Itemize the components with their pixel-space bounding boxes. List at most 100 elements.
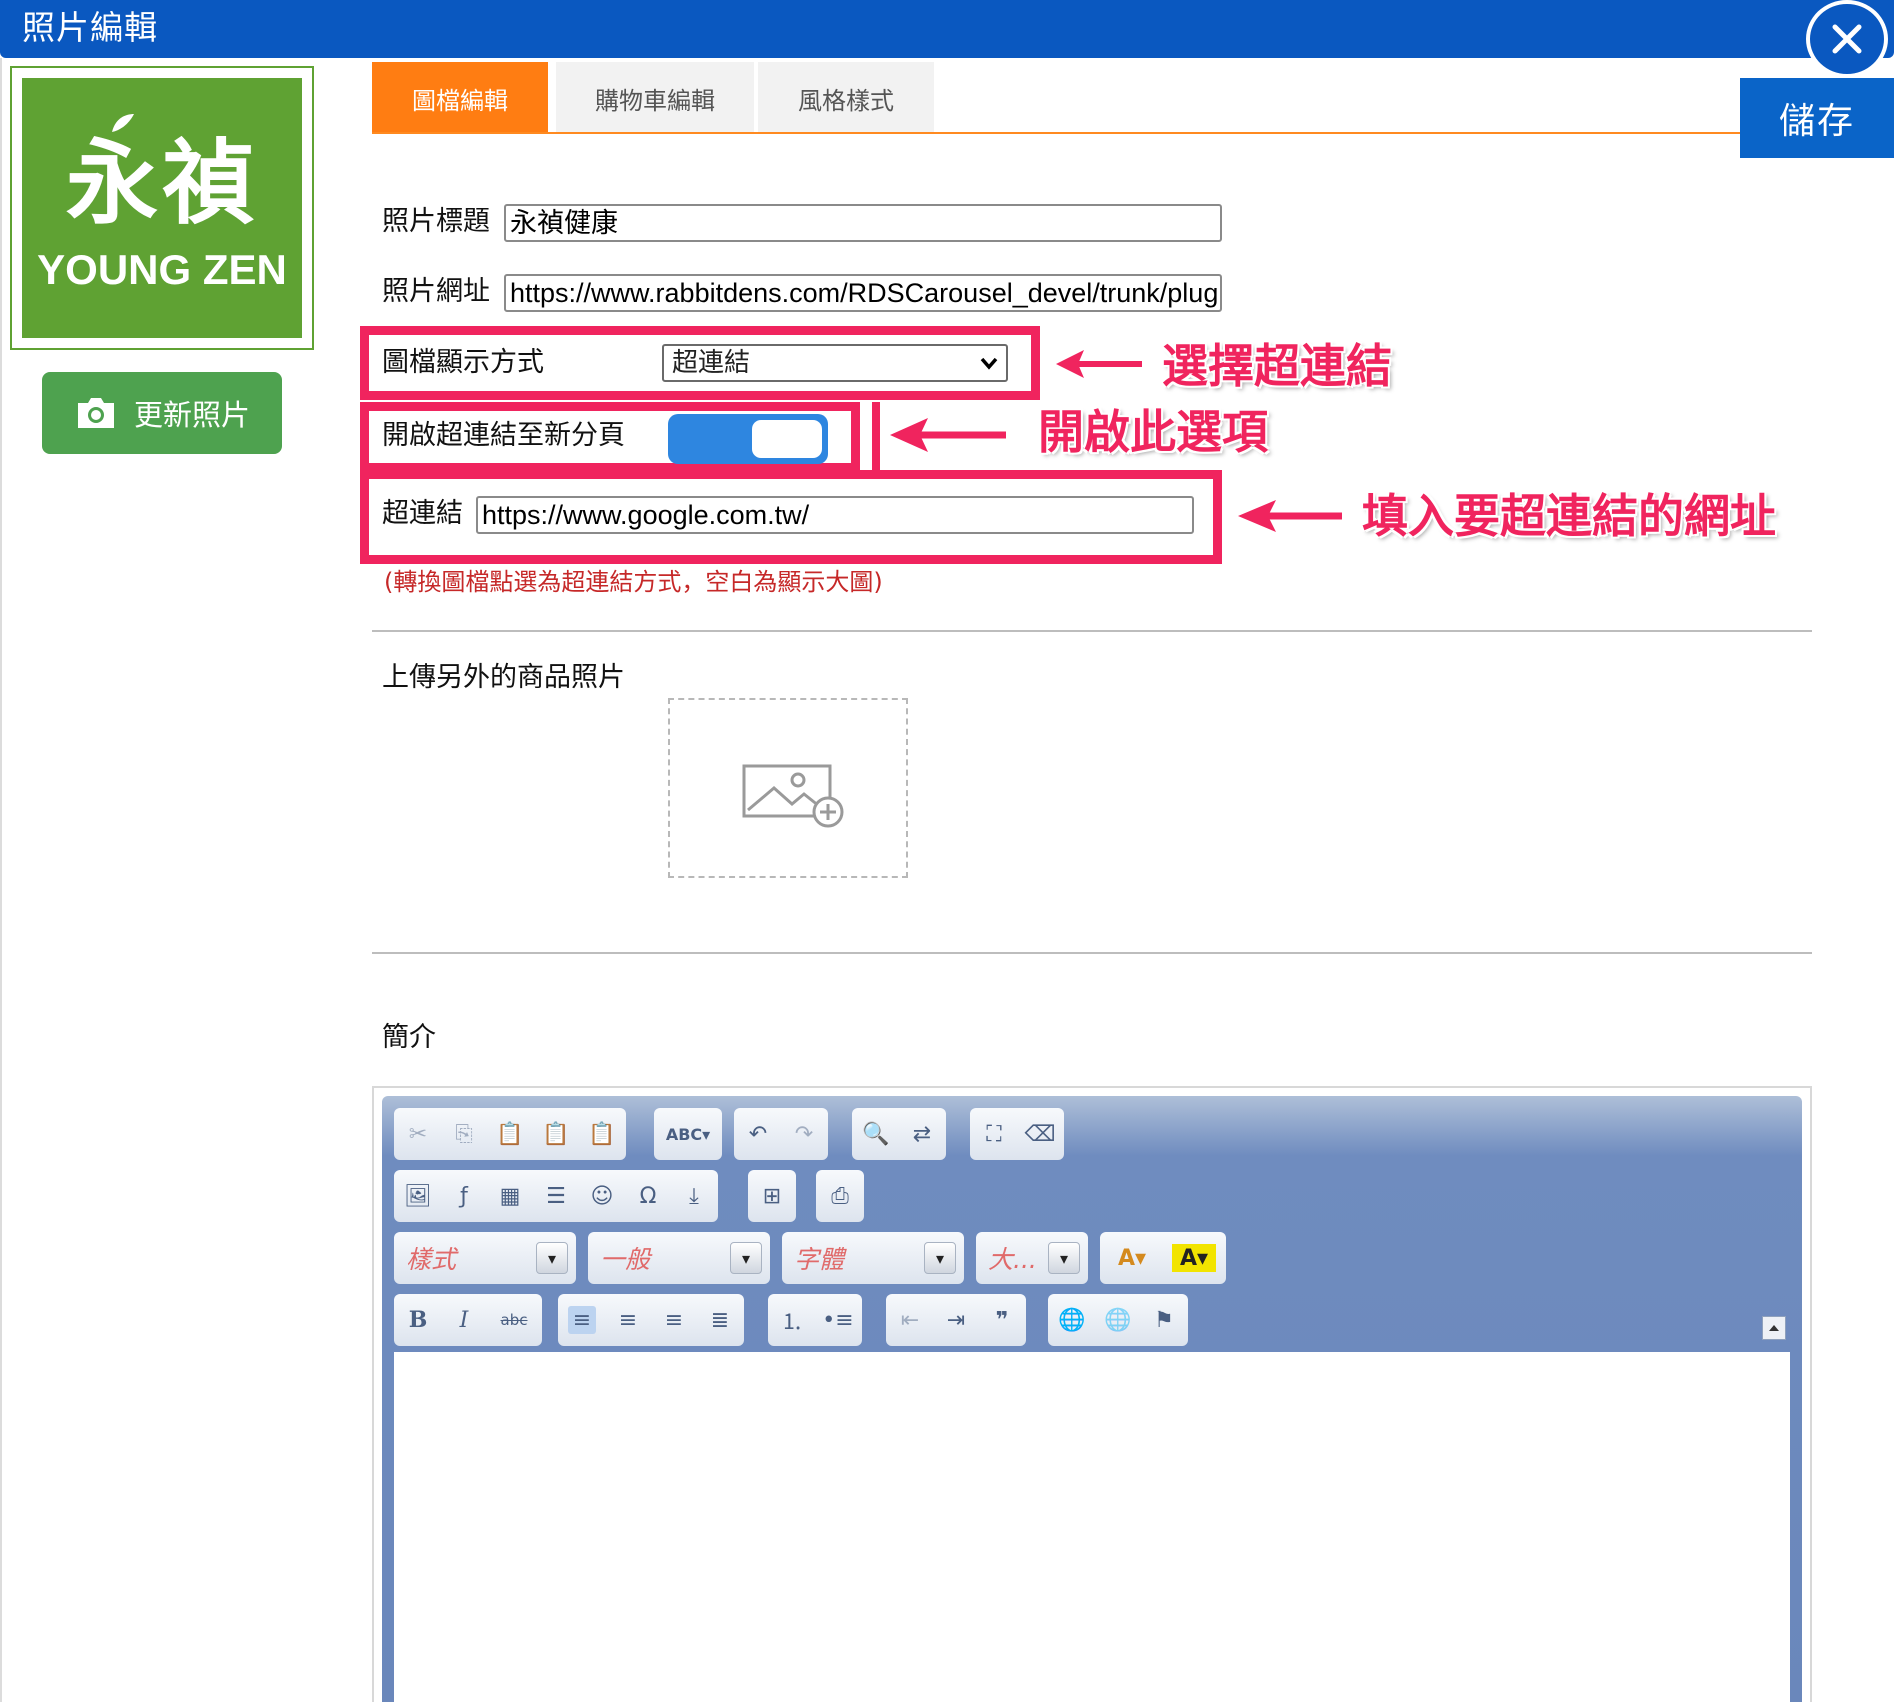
toolbar-group-lists: ⒈ •≡ <box>768 1294 862 1346</box>
intro-label: 簡介 <box>382 1022 436 1053</box>
close-icon <box>1832 24 1862 54</box>
tab-cart-edit[interactable]: 購物車編輯 <box>556 62 754 134</box>
save-button[interactable]: 儲存 <box>1740 78 1894 158</box>
redo-icon[interactable]: ↷ <box>790 1120 818 1148</box>
chevron-down-icon <box>980 357 998 370</box>
window-title: 照片編輯 <box>22 8 158 47</box>
toolbar-group-insert: 🖼 ƒ ▦ ☰ ☺ Ω ⤓ <box>394 1170 718 1222</box>
preview-icon[interactable]: ⎙ <box>826 1182 854 1210</box>
chevron-down-icon: ▾ <box>924 1242 956 1274</box>
paste-text-icon[interactable]: 📋 <box>542 1120 570 1148</box>
new-tab-toggle[interactable] <box>668 414 828 464</box>
display-mode-select[interactable]: 超連結 <box>662 344 1008 382</box>
toolbar-group-links: 🌐 🌐 ⚑ <box>1048 1294 1188 1346</box>
tab-style[interactable]: 風格樣式 <box>758 62 934 134</box>
photo-title-input[interactable]: 永禎健康 <box>504 204 1222 242</box>
numbered-list-icon[interactable]: ⒈ <box>778 1306 806 1335</box>
style-combo[interactable]: 樣式 ▾ <box>394 1232 576 1284</box>
bulleted-list-icon[interactable]: •≡ <box>822 1306 853 1334</box>
toolbar-group-basic-styles: B I abc <box>394 1294 542 1346</box>
collapse-toolbar-button[interactable] <box>1762 1316 1786 1340</box>
chevron-up-icon <box>1769 1325 1779 1331</box>
photo-title-label: 照片標題 <box>382 206 490 237</box>
link-icon[interactable]: 🌐 <box>1058 1306 1086 1334</box>
logo-english-text: YOUNG ZEN <box>37 246 287 293</box>
paste-icon[interactable]: 📋 <box>496 1120 524 1148</box>
product-photo: 永禎 YOUNG ZEN <box>10 66 314 350</box>
photo-url-label: 照片網址 <box>382 276 490 307</box>
indent-icon[interactable]: ⇥ <box>942 1306 970 1334</box>
horizontal-rule-icon[interactable]: ☰ <box>542 1182 570 1210</box>
format-combo[interactable]: 一般 ▾ <box>588 1232 770 1284</box>
toolbar-group-spell: ABC▾ <box>654 1108 722 1160</box>
anchor-flag-icon[interactable]: ⚑ <box>1150 1306 1178 1334</box>
toolbar-group-clipboard: ✂ ⎘ 📋 📋 📋 <box>394 1108 626 1160</box>
annotation-enable-option: 開啟此選項 <box>1038 405 1268 459</box>
add-image-icon <box>742 764 844 828</box>
spellcheck-icon[interactable]: ABC▾ <box>664 1120 712 1148</box>
display-mode-value: 超連結 <box>672 348 751 378</box>
maximize-icon[interactable]: ⊞ <box>758 1182 786 1210</box>
toolbar-group-align: ≡ ≡ ≡ ≣ <box>558 1294 744 1346</box>
format-combo-label: 一般 <box>600 1245 651 1274</box>
hyperlink-input[interactable]: https://www.google.com.tw/ <box>476 496 1194 534</box>
replace-icon[interactable]: ⇄ <box>908 1120 936 1148</box>
style-combo-label: 樣式 <box>406 1245 457 1274</box>
photo-url-input[interactable]: https://www.rabbitdens.com/RDSCarousel_d… <box>504 274 1222 312</box>
cut-icon[interactable]: ✂ <box>404 1120 432 1148</box>
upload-label: 上傳另外的商品照片 <box>382 662 625 693</box>
annotation-enter-url: 填入要超連結的網址 <box>1362 489 1776 543</box>
background-color-icon[interactable]: A▾ <box>1172 1244 1216 1272</box>
table-icon[interactable]: ▦ <box>496 1182 524 1210</box>
select-all-icon[interactable]: ⛶ <box>980 1120 1008 1148</box>
page-break-icon[interactable]: ⤓ <box>680 1182 708 1210</box>
display-mode-label: 圖檔顯示方式 <box>382 347 544 378</box>
bold-icon[interactable]: B <box>404 1306 432 1334</box>
special-char-icon[interactable]: Ω <box>634 1182 662 1210</box>
font-combo-label: 字體 <box>794 1245 845 1274</box>
outdent-icon[interactable]: ⇤ <box>896 1306 924 1334</box>
undo-icon[interactable]: ↶ <box>744 1120 772 1148</box>
size-combo[interactable]: 大... ▾ <box>976 1232 1088 1284</box>
align-center-icon[interactable]: ≡ <box>614 1306 642 1334</box>
close-button[interactable] <box>1806 0 1888 78</box>
title-bar <box>0 0 1894 58</box>
strikethrough-icon[interactable]: abc <box>496 1306 532 1334</box>
align-right-icon[interactable]: ≡ <box>660 1306 688 1334</box>
new-tab-label: 開啟超連結至新分頁 <box>382 420 625 451</box>
toolbar-group-find: 🔍 ⇄ <box>852 1108 946 1160</box>
update-photo-button[interactable]: 更新照片 <box>42 372 282 454</box>
left-border <box>0 58 2 1702</box>
tab-image-edit[interactable]: 圖檔編輯 <box>372 62 548 134</box>
smiley-icon[interactable]: ☺ <box>588 1182 616 1210</box>
highlight-box-edge <box>872 402 880 472</box>
copy-icon[interactable]: ⎘ <box>450 1120 478 1148</box>
toolbar-group-colors: A▾ A▾ <box>1100 1232 1226 1284</box>
annotation-select-hyperlink: 選擇超連結 <box>1162 339 1392 393</box>
flash-icon[interactable]: ƒ <box>450 1182 478 1210</box>
divider <box>372 952 1812 954</box>
editor-content-area[interactable] <box>394 1352 1790 1702</box>
chevron-down-icon: ▾ <box>1048 1242 1080 1274</box>
unlink-icon[interactable]: 🌐 <box>1104 1306 1132 1334</box>
logo-chinese-text: 永禎 <box>65 129 258 237</box>
chevron-down-icon: ▾ <box>536 1242 568 1274</box>
remove-format-icon[interactable]: ⌫ <box>1024 1120 1055 1148</box>
find-icon[interactable]: 🔍 <box>862 1120 890 1148</box>
italic-icon[interactable]: I <box>450 1306 478 1334</box>
align-justify-icon[interactable]: ≣ <box>706 1306 734 1334</box>
text-color-icon[interactable]: A▾ <box>1110 1244 1154 1272</box>
rich-text-editor: ✂ ⎘ 📋 📋 📋 ABC▾ ↶ ↷ 🔍 ⇄ ⛶ ⌫ 🖼 ƒ ▦ ☰ ☺ Ω ⤓… <box>382 1096 1802 1702</box>
arrow-icon <box>890 418 1006 452</box>
toolbar-group-history: ↶ ↷ <box>734 1108 828 1160</box>
toolbar-group-select: ⛶ ⌫ <box>970 1108 1064 1160</box>
align-left-icon[interactable]: ≡ <box>568 1306 596 1334</box>
size-combo-label: 大... <box>988 1245 1037 1274</box>
arrow-icon <box>1238 500 1342 532</box>
font-combo[interactable]: 字體 ▾ <box>782 1232 964 1284</box>
upload-dropzone[interactable] <box>668 698 908 878</box>
image-icon[interactable]: 🖼 <box>404 1182 432 1210</box>
paste-word-icon[interactable]: 📋 <box>588 1120 616 1148</box>
blockquote-icon[interactable]: ❞ <box>988 1306 1016 1334</box>
divider <box>372 630 1812 632</box>
